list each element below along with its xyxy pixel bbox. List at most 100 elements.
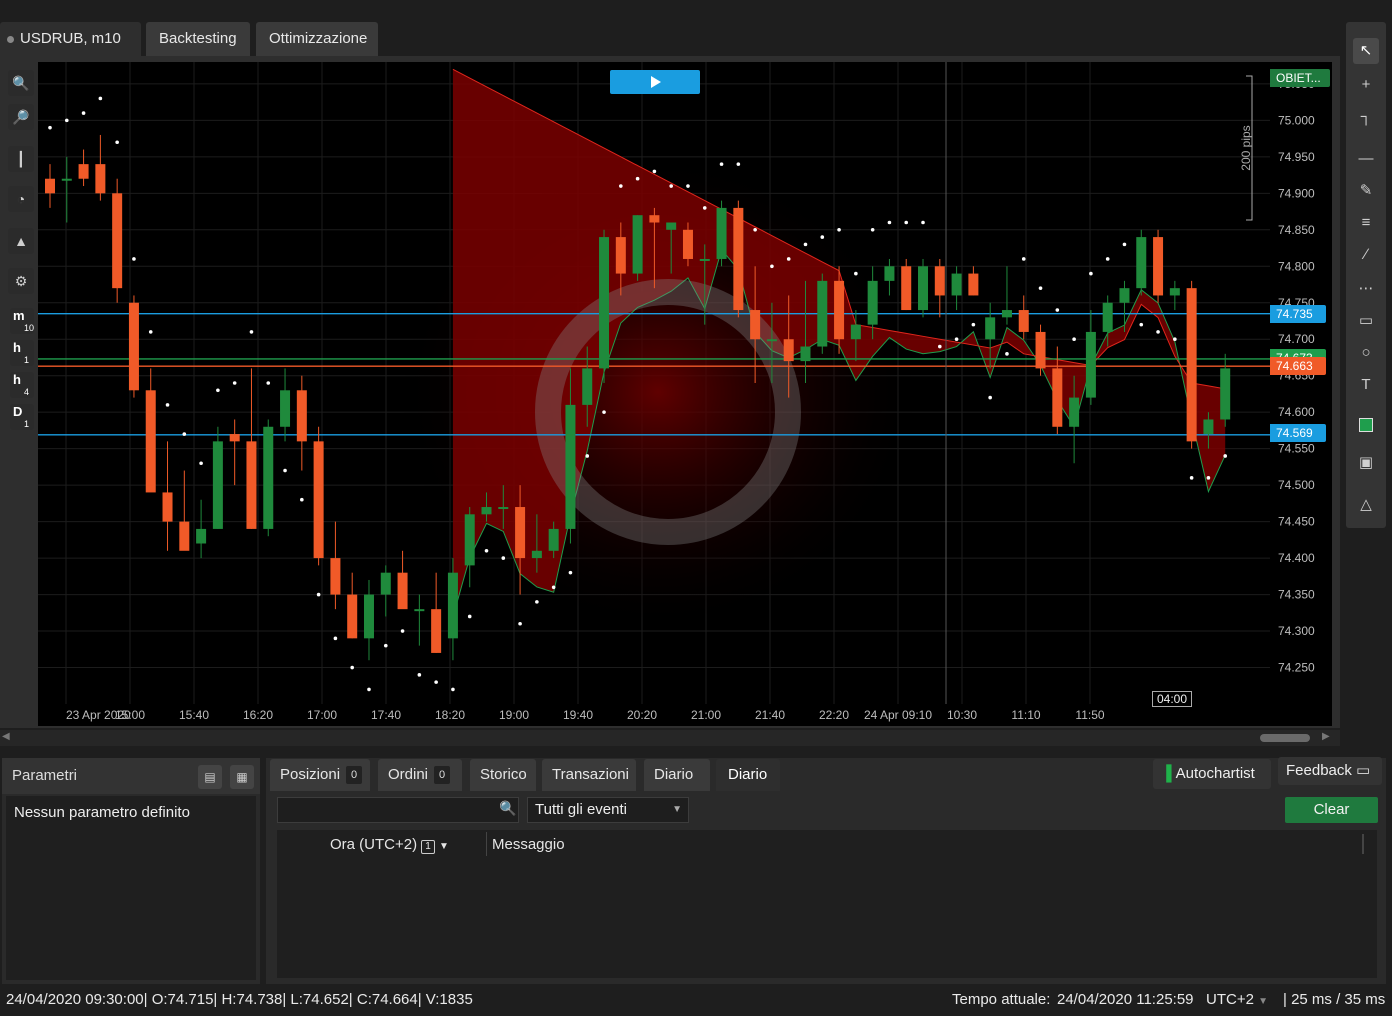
candle-body: [766, 339, 777, 342]
hline-icon[interactable]: —: [1353, 146, 1379, 172]
indicators-icon[interactable]: ⚙: [8, 268, 34, 294]
scroll-right-icon[interactable]: ▶: [1322, 731, 1330, 742]
sar-dot: [148, 330, 153, 334]
latency-readout: | 25 ms / 35 ms: [1283, 991, 1386, 1008]
sar-dot: [719, 162, 724, 166]
y-tick-label: 75.000: [1278, 113, 1315, 127]
timeframe-h1[interactable]: h1: [10, 340, 34, 366]
x-tick-label: 19:40: [563, 708, 593, 722]
candle-body: [1220, 368, 1231, 420]
candle-body: [750, 310, 761, 340]
tab-label: Backtesting: [159, 30, 237, 47]
tab-transazioni[interactable]: Transazioni: [542, 759, 636, 791]
sar-dot: [216, 388, 220, 393]
autochartist-button[interactable]: ▐ Autochartist: [1153, 759, 1271, 789]
sar-dot: [283, 468, 287, 473]
zoom-out-icon[interactable]: 🔎: [8, 104, 34, 130]
tab-posizioni[interactable]: Posizioni 0: [270, 759, 370, 791]
autochartist-icon: ▐: [1161, 765, 1172, 782]
candle-body: [582, 368, 593, 405]
zoom-in-icon[interactable]: 🔍: [8, 70, 34, 96]
sar-dot: [64, 118, 69, 123]
camera-icon[interactable]: ▣: [1353, 450, 1379, 476]
candle-body: [951, 273, 962, 296]
price-chart[interactable]: 200 pips: [38, 62, 1270, 704]
candle-body: [515, 507, 526, 559]
save-icon[interactable]: ▦: [230, 765, 254, 789]
search-input[interactable]: [277, 797, 519, 823]
timeframe-h4[interactable]: h4: [10, 372, 34, 398]
sar-dot: [635, 176, 640, 181]
circle-icon[interactable]: ○: [1353, 340, 1379, 366]
chart-type-icon[interactable]: ┃: [8, 146, 34, 172]
scrollbar-thumb[interactable]: [1260, 734, 1310, 742]
feedback-button[interactable]: Feedback ▭: [1278, 757, 1382, 785]
candle-body: [783, 339, 794, 362]
x-tick-label: 19:00: [499, 708, 529, 722]
timezone-select[interactable]: UTC+2 ▼: [1206, 986, 1268, 1016]
candle-body: [867, 280, 878, 325]
cursor-icon[interactable]: ↖: [1353, 38, 1379, 64]
sar-dot: [1038, 286, 1043, 290]
price-tag-lower: 74.569: [1270, 424, 1326, 442]
column-header-time[interactable]: Ora (UTC+2) 1 ▼: [330, 836, 449, 854]
table-scrollbar[interactable]: [1362, 834, 1364, 854]
candle-countdown: 04:00: [1152, 691, 1192, 707]
column-header-message[interactable]: Messaggio: [492, 836, 565, 853]
tab-backtesting[interactable]: Backtesting: [146, 22, 250, 56]
tab-usdrub-chart[interactable]: USDRUB, m10: [0, 22, 141, 56]
sar-dot: [249, 330, 254, 334]
sar-dot: [1223, 454, 1228, 458]
tab-diario-active[interactable]: Diario: [716, 759, 780, 791]
crosshair-icon[interactable]: +: [1353, 72, 1379, 98]
candle-body: [632, 215, 643, 274]
timeframe-m10[interactable]: m 10: [10, 308, 34, 334]
fibonacci-icon[interactable]: ≡: [1353, 210, 1379, 236]
candle-body: [800, 346, 811, 362]
open-folder-icon[interactable]: ▤: [198, 765, 222, 789]
channel-icon[interactable]: ∕: [1353, 242, 1379, 268]
tab-ottimizzazione[interactable]: Ottimizzazione: [256, 22, 378, 56]
candle-body: [498, 507, 509, 510]
x-axis: 23 Apr 2020 15:00 15:40 16:20 17:00 17:40 18:2…: [38, 704, 1332, 726]
x-tick-label: 21:00: [691, 708, 721, 722]
tab-storico[interactable]: Storico: [470, 759, 536, 791]
objective-tag: OBIET...: [1270, 69, 1330, 87]
tab-ordini[interactable]: Ordini 0: [378, 759, 462, 791]
candle-body: [212, 441, 223, 529]
tab-diario[interactable]: Diario: [644, 759, 710, 791]
template-icon[interactable]: ▲: [8, 228, 34, 254]
alert-bell-icon[interactable]: △: [1353, 492, 1379, 518]
y-tick-label: 74.350: [1278, 588, 1315, 602]
sar-dot: [887, 220, 892, 225]
candle-body: [246, 441, 257, 529]
clear-button[interactable]: Clear: [1285, 797, 1378, 823]
sar-dot: [921, 220, 925, 225]
event-filter-select[interactable]: Tutti gli eventi ▼: [527, 797, 689, 823]
chart-scrollbar[interactable]: [0, 730, 1340, 746]
sar-dot: [1055, 308, 1060, 312]
pencil-icon[interactable]: ✎: [1353, 178, 1379, 204]
speed-icon[interactable]: ◔: [8, 186, 34, 212]
search-icon[interactable]: 🔍: [499, 800, 516, 817]
tab-label: Diario: [728, 766, 768, 783]
text-icon[interactable]: T: [1353, 372, 1379, 398]
y-axis-svg: 75.05075.00074.95074.90074.85074.80074.7…: [1278, 77, 1315, 675]
tab-label: USDRUB, m10: [20, 30, 121, 47]
sar-dot: [753, 227, 757, 232]
fib-fan-icon[interactable]: ⋯: [1353, 276, 1379, 302]
rectangle-icon[interactable]: ▭: [1353, 308, 1379, 334]
count-badge: 0: [434, 766, 451, 785]
y-tick-label: 74.300: [1278, 624, 1315, 638]
measure-icon[interactable]: ┐: [1353, 104, 1379, 130]
scroll-left-icon[interactable]: ◀: [2, 731, 10, 742]
x-tick-label: 18:20: [435, 708, 465, 722]
x-tick-label: 21:40: [755, 708, 785, 722]
candle-body: [699, 258, 710, 261]
sar-dot: [854, 271, 858, 276]
color-swatch-icon[interactable]: [1353, 412, 1379, 438]
timeframe-d1[interactable]: D1: [10, 404, 34, 430]
sar-dot: [619, 184, 623, 188]
candle-body: [733, 207, 744, 311]
filter-value: Tutti gli eventi: [535, 801, 627, 818]
